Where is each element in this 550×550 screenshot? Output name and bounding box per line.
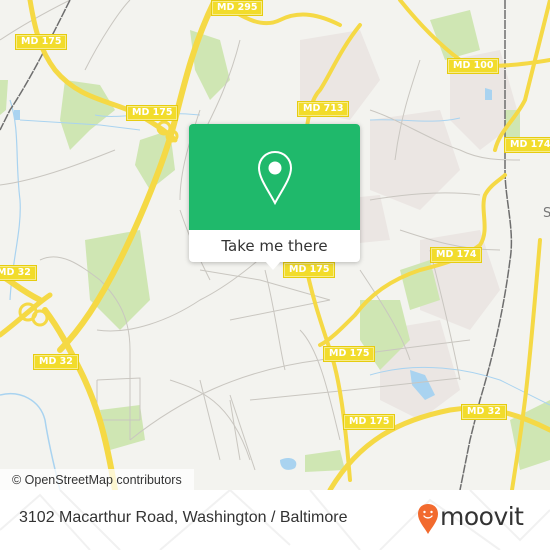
road-shield-md-175: MD 175	[282, 262, 336, 278]
motorway	[42, 307, 118, 490]
location-popup: Take me there	[189, 124, 360, 270]
road	[229, 394, 256, 471]
park	[0, 80, 8, 115]
take-me-there-button[interactable]: Take me there	[189, 230, 360, 262]
road-shield-md-174: MD 174	[503, 137, 550, 153]
road-shield-md-175: MD 175	[125, 105, 179, 121]
road	[199, 379, 221, 461]
lake	[14, 110, 20, 120]
popup-header[interactable]	[189, 124, 360, 230]
park	[85, 230, 150, 330]
map-attribution[interactable]: © OpenStreetMap contributors	[0, 469, 194, 490]
road-shield-md-32: MD 32	[0, 265, 37, 281]
moovit-logo[interactable]: moovit	[417, 501, 542, 537]
moovit-smiley-pin-icon	[418, 504, 438, 534]
road-shield-md-174: MD 174	[429, 247, 483, 263]
motorway	[0, 292, 53, 338]
road-shield-md-295: MD 295	[210, 0, 264, 16]
road-shield-md-713: MD 713	[296, 101, 350, 117]
park	[430, 10, 480, 60]
lake	[280, 457, 297, 470]
footer-bar: 3102 Macarthur Road, Washington / Baltim…	[0, 490, 550, 550]
road-shield-md-175: MD 175	[14, 34, 68, 50]
popup-pointer	[265, 261, 281, 270]
map-pin-icon	[257, 150, 293, 206]
road-shield-md-175: MD 175	[322, 346, 376, 362]
motorway	[303, 258, 352, 482]
moovit-wordmark: moovit	[440, 502, 524, 531]
road	[264, 269, 286, 371]
park	[60, 80, 115, 150]
residential-area	[370, 110, 460, 210]
road-shield-md-175: MD 175	[342, 414, 396, 430]
road	[84, 0, 131, 71]
address-text: 3102 Macarthur Road, Washington / Baltim…	[19, 509, 348, 526]
road-shield-md-100: MD 100	[446, 58, 500, 74]
map-view[interactable]: MD 295 MD 175 MD 175 MD 100 MD 713 MD 17…	[0, 0, 550, 490]
road-shield-md-32: MD 32	[461, 404, 507, 420]
place-label-partial: S	[543, 206, 550, 221]
lake	[485, 88, 492, 100]
road-shield-md-32: MD 32	[33, 354, 79, 370]
park	[305, 450, 345, 472]
